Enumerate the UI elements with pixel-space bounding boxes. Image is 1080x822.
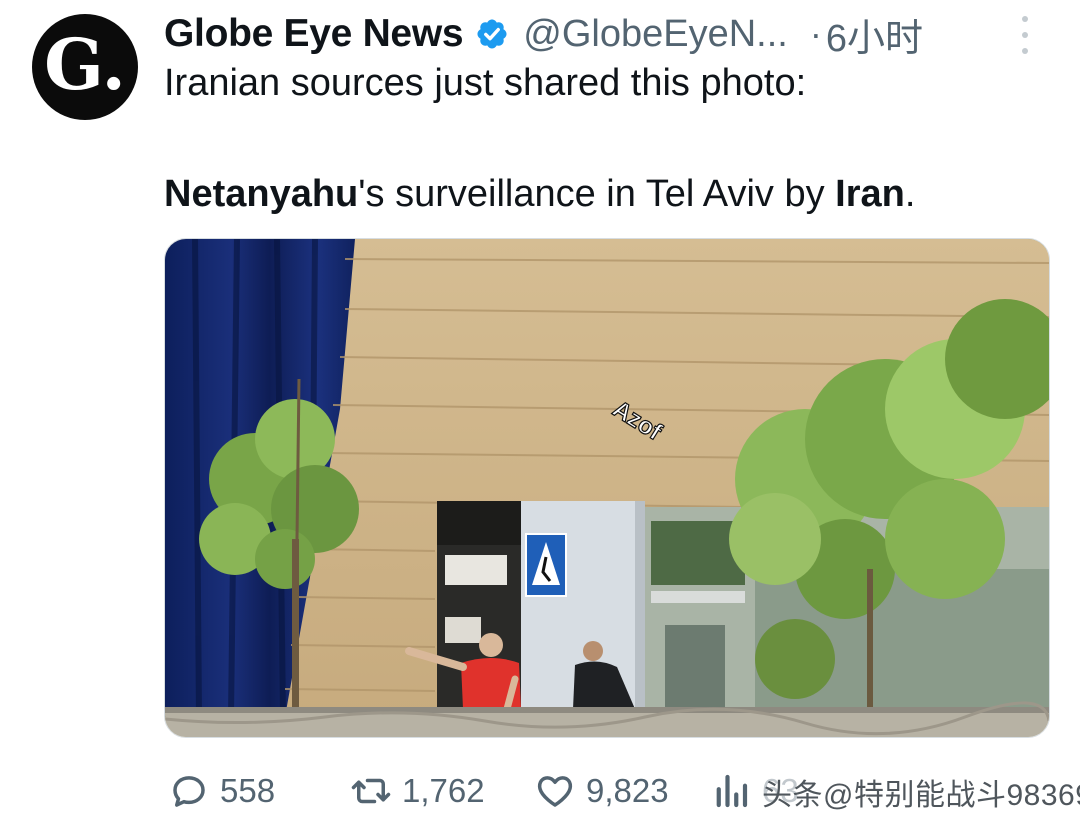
heart-icon <box>537 776 573 807</box>
watermark-text: 头条@特别能战斗98369 <box>762 779 1080 812</box>
reply-icon <box>173 776 205 807</box>
reply-button[interactable]: 558 <box>168 766 275 816</box>
bold-text-iran: Iran <box>835 173 905 215</box>
tweet-header: Globe Eye News @GlobeEyeN... · 6小时 <box>164 10 923 60</box>
separator-dot: · <box>809 13 822 54</box>
surveillance-photo-image: Azof <box>165 239 1049 737</box>
display-name[interactable]: Globe Eye News <box>164 12 464 56</box>
like-count: 9,823 <box>586 772 669 809</box>
repost-count: 1,762 <box>402 772 485 809</box>
reply-count: 558 <box>220 772 276 809</box>
avatar-logo-text: G. <box>44 23 126 106</box>
verified-badge-icon <box>477 19 507 49</box>
more-options-icon[interactable] <box>1018 16 1032 54</box>
tweet-text-line-1: Iranian sources just shared this photo: <box>164 62 807 104</box>
user-handle[interactable]: @GlobeEyeN... <box>523 13 788 56</box>
tweet-text-fragment: 's surveillance in Tel Aviv by <box>358 173 836 215</box>
like-button[interactable]: 9,823 <box>534 766 669 816</box>
tweet-text-line-2: Netanyahu's surveillance in Tel Aviv by … <box>164 173 915 216</box>
tweet-photo[interactable]: Azof <box>164 238 1050 738</box>
bold-text-netanyahu: Netanyahu <box>164 173 359 215</box>
repost-button[interactable]: 1,762 <box>350 766 485 816</box>
timestamp[interactable]: 6小时 <box>826 7 923 62</box>
views-bar-chart-icon <box>716 774 748 808</box>
repost-icon <box>351 778 391 804</box>
avatar[interactable]: G. <box>32 14 138 120</box>
tweet-text-period: . <box>904 173 916 215</box>
